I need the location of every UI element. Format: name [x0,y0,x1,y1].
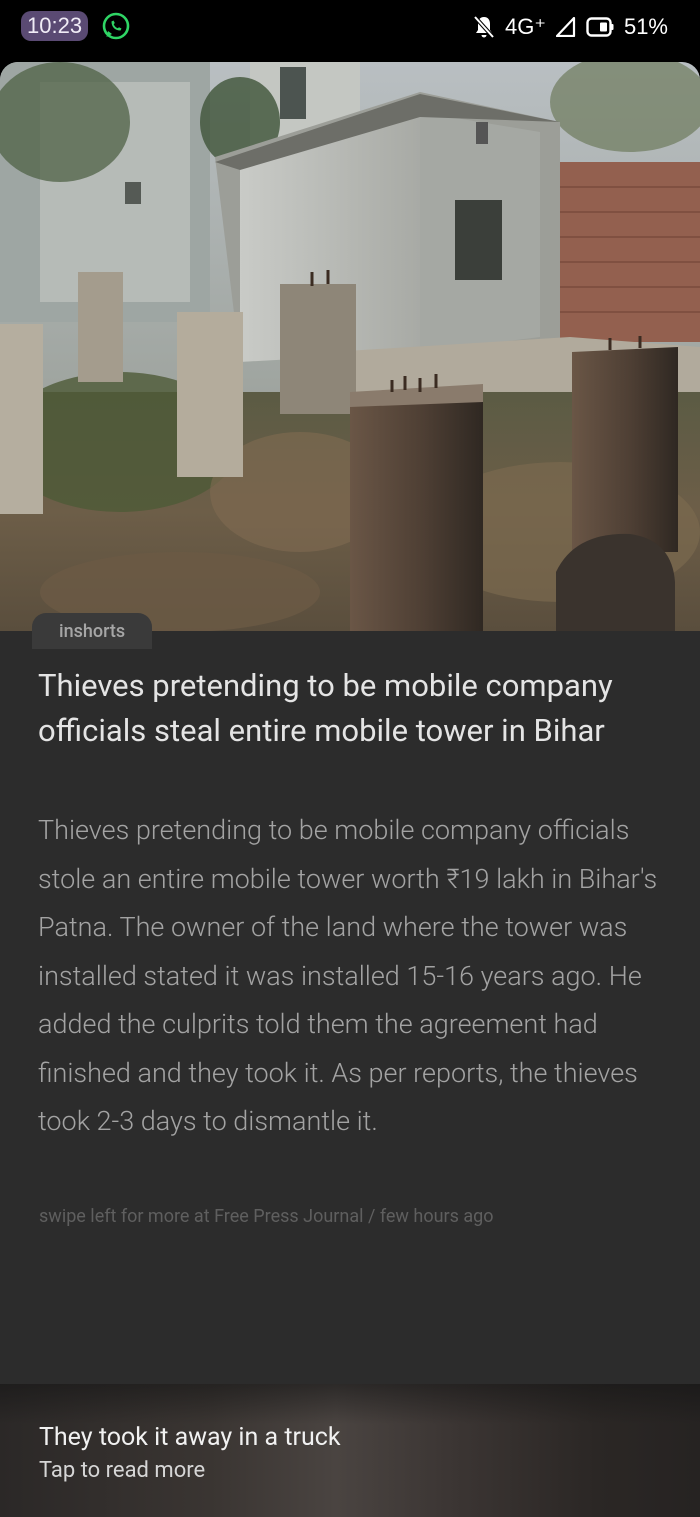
article-image[interactable] [0,62,700,631]
battery-saver-icon [586,16,614,38]
article-headline[interactable]: Thieves pretending to be mobile company … [38,663,658,753]
read-more-bar[interactable]: They took it away in a truck Tap to read… [0,1384,700,1517]
battery-level: 51% [623,14,668,39]
bell-off-icon [473,15,495,39]
inshorts-brand-tab: inshorts [32,613,153,649]
news-card[interactable]: inshorts Thieves pretending to be mobile… [0,62,700,1517]
status-right-group: 4G⁺ 51% [473,10,668,44]
status-time: 10:23 [21,11,89,41]
whatsapp-icon [102,12,130,40]
read-more-subtitle: Tap to read more [39,1458,206,1483]
status-bar: 10:23 4G⁺ 51% [0,0,700,56]
article-source-link[interactable]: swipe left for more at Free Press Journa… [39,1204,494,1230]
signal-icon [555,17,576,37]
article-body: Thieves pretending to be mobile company … [38,814,658,1137]
network-type: 4G⁺ [504,14,546,39]
read-more-title: They took it away in a truck [39,1423,341,1452]
